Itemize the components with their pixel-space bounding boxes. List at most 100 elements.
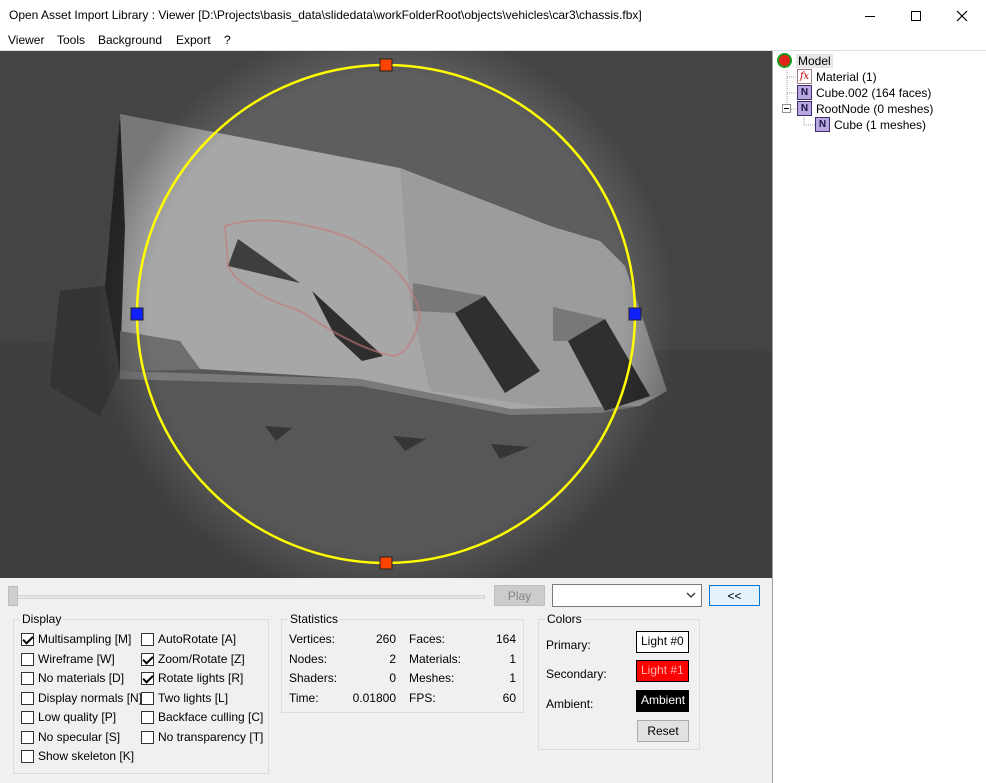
checkbox-no-materials[interactable]: No materials [D] xyxy=(21,671,124,685)
checkbox-zoom-rotate[interactable]: Zoom/Rotate [Z] xyxy=(141,652,245,666)
checkbox-label: Backface culling [C] xyxy=(158,710,264,724)
nodes-value: 2 xyxy=(389,652,396,666)
checkbox-icon xyxy=(21,632,34,646)
statistics-group-title: Statistics xyxy=(288,612,341,626)
colors-group: Colors Primary: Light #0 Secondary: Ligh… xyxy=(538,612,700,750)
node-icon: N xyxy=(815,117,830,132)
checkbox-no-transparency[interactable]: No transparency [T] xyxy=(141,730,263,744)
meshes-label: Meshes: xyxy=(409,671,455,685)
menu-tools[interactable]: Tools xyxy=(57,33,85,47)
shaders-value: 0 xyxy=(389,671,396,685)
chevron-down-icon xyxy=(686,592,696,598)
scene-tree[interactable]: Model fx Material (1) N Cube.002 (164 fa… xyxy=(772,51,986,783)
checkbox-rotate-lights[interactable]: Rotate lights [R] xyxy=(141,671,243,685)
checkbox-label: Rotate lights [R] xyxy=(158,671,244,685)
reset-button[interactable]: Reset xyxy=(637,720,689,742)
colors-group-title: Colors xyxy=(545,612,584,626)
checkbox-no-specular[interactable]: No specular [S] xyxy=(21,730,120,744)
checkbox-multisampling[interactable]: Multisampling [M] xyxy=(21,632,131,646)
title-bar: Open Asset Import Library : Viewer [D:\P… xyxy=(0,0,986,31)
render-viewport[interactable] xyxy=(0,51,772,578)
node-icon: N xyxy=(797,101,812,116)
maximize-icon xyxy=(911,10,921,21)
model-icon xyxy=(777,53,792,68)
ambient-color-swatch[interactable]: Ambient xyxy=(636,690,689,712)
window-title: Open Asset Import Library : Viewer [D:\P… xyxy=(9,8,642,22)
checkbox-backface-culling[interactable]: Backface culling [C] xyxy=(141,710,263,724)
tree-item-model[interactable]: Model xyxy=(777,53,833,68)
menu-help[interactable]: ? xyxy=(224,33,231,47)
tree-item-rootnode[interactable]: N RootNode (0 meshes) xyxy=(797,101,933,116)
fps-value: 60 xyxy=(502,691,516,705)
checkbox-icon xyxy=(21,710,34,724)
time-value: 0.01800 xyxy=(352,691,396,705)
play-button[interactable]: Play xyxy=(494,585,545,606)
faces-value: 164 xyxy=(495,632,516,646)
time-label: Time: xyxy=(289,691,319,705)
arcball-handle-left[interactable] xyxy=(130,307,144,321)
ambient-label: Ambient: xyxy=(546,697,594,711)
primary-label: Primary: xyxy=(546,638,591,652)
collapse-panel-button[interactable]: << xyxy=(709,585,760,606)
checkbox-label: Show skeleton [K] xyxy=(38,749,135,763)
tree-item-material[interactable]: fx Material (1) xyxy=(797,69,877,84)
checkbox-label: Multisampling [M] xyxy=(38,632,132,646)
nodes-label: Nodes: xyxy=(289,652,328,666)
checkbox-icon xyxy=(141,632,154,646)
secondary-label: Secondary: xyxy=(546,667,607,681)
maximize-button[interactable] xyxy=(893,0,939,31)
arcball-handle-bottom[interactable] xyxy=(379,556,393,570)
animation-slider-track[interactable] xyxy=(10,595,485,599)
menu-export[interactable]: Export xyxy=(176,33,211,47)
bottom-panel: Play << Display Multisampling [M] Wirefr… xyxy=(0,578,772,783)
animation-slider-thumb[interactable] xyxy=(8,586,18,606)
checkbox-label: No transparency [T] xyxy=(158,730,264,744)
checkbox-display-normals[interactable]: Display normals [N] xyxy=(21,691,142,705)
secondary-color-swatch[interactable]: Light #1 xyxy=(636,660,689,682)
checkbox-icon xyxy=(21,652,34,666)
tree-label-cube: Cube (1 meshes) xyxy=(834,117,927,132)
tree-item-cube002[interactable]: N Cube.002 (164 faces) xyxy=(797,85,931,100)
statistics-group: Statistics Vertices: 260 Nodes: 2 Shader… xyxy=(281,612,524,713)
checkbox-show-skeleton[interactable]: Show skeleton [K] xyxy=(21,749,134,763)
checkbox-label: No specular [S] xyxy=(38,730,121,744)
tree-label-material: Material (1) xyxy=(816,69,877,84)
menu-viewer[interactable]: Viewer xyxy=(8,33,44,47)
tree-label-rootnode: RootNode (0 meshes) xyxy=(816,101,934,116)
primary-color-swatch[interactable]: Light #0 xyxy=(636,631,689,653)
checkbox-icon xyxy=(141,691,154,705)
checkbox-icon xyxy=(21,671,34,685)
checkbox-autorotate[interactable]: AutoRotate [A] xyxy=(141,632,236,646)
tree-label-model: Model xyxy=(796,53,833,68)
display-group-title: Display xyxy=(20,612,64,626)
checkbox-icon xyxy=(141,652,154,666)
collapse-toggle-icon[interactable] xyxy=(782,104,791,113)
checkbox-low-quality[interactable]: Low quality [P] xyxy=(21,710,116,724)
tree-item-cube[interactable]: N Cube (1 meshes) xyxy=(815,117,926,132)
display-group: Display Multisampling [M] Wireframe [W] … xyxy=(13,612,269,774)
close-button[interactable] xyxy=(939,0,985,31)
checkbox-icon xyxy=(141,730,154,744)
checkbox-icon xyxy=(21,691,34,705)
checkbox-icon xyxy=(141,710,154,724)
vertices-label: Vertices: xyxy=(289,632,336,646)
material-fx-icon: fx xyxy=(797,69,812,84)
arcball-handle-right[interactable] xyxy=(628,307,642,321)
animation-combo[interactable] xyxy=(552,584,702,607)
materials-label: Materials: xyxy=(409,652,462,666)
materials-value: 1 xyxy=(509,652,516,666)
checkbox-two-lights[interactable]: Two lights [L] xyxy=(141,691,228,705)
node-icon: N xyxy=(797,85,812,100)
faces-label: Faces: xyxy=(409,632,446,646)
checkbox-wireframe[interactable]: Wireframe [W] xyxy=(21,652,115,666)
menu-bar: Viewer Tools Background Export ? xyxy=(0,31,986,51)
checkbox-icon xyxy=(21,749,34,763)
minimize-icon xyxy=(865,15,875,17)
checkbox-icon xyxy=(141,671,154,685)
menu-background[interactable]: Background xyxy=(98,33,162,47)
minimize-button[interactable] xyxy=(847,0,893,31)
checkbox-label: Display normals [N] xyxy=(38,691,143,705)
vertices-value: 260 xyxy=(375,632,396,646)
checkbox-label: AutoRotate [A] xyxy=(158,632,237,646)
arcball-handle-top[interactable] xyxy=(379,58,393,72)
